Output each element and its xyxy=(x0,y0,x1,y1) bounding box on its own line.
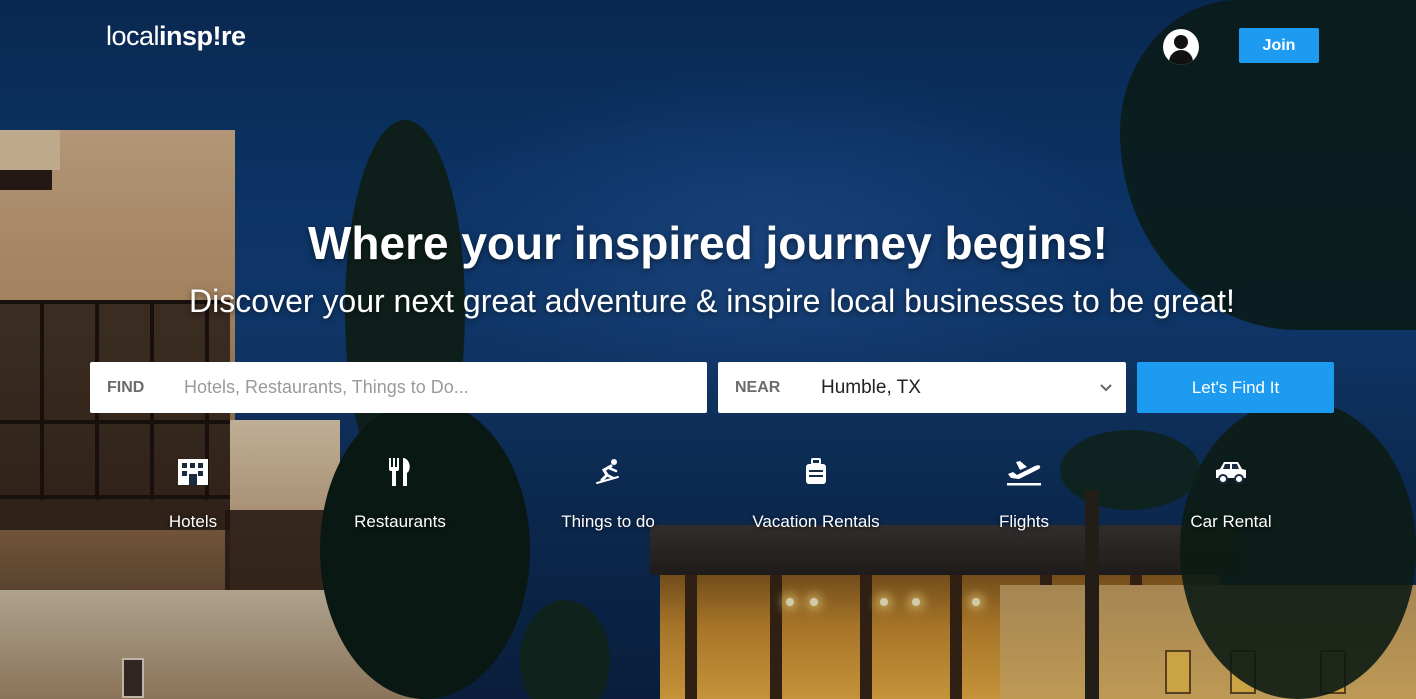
category-restaurants[interactable]: Restaurants xyxy=(320,455,480,532)
logo-prefix: local xyxy=(106,21,160,51)
hero-background: localinsp!re Join Where your inspired jo… xyxy=(0,0,1416,699)
logo-brand: insp!re xyxy=(159,21,246,51)
find-field: FIND xyxy=(90,362,707,413)
lets-find-it-button[interactable]: Let's Find It xyxy=(1137,362,1334,413)
suitcase-icon xyxy=(736,455,896,489)
category-car-rental[interactable]: Car Rental xyxy=(1151,455,1311,532)
category-label: Things to do xyxy=(561,512,655,531)
hotel-icon xyxy=(113,455,273,489)
near-value[interactable]: Humble, TX xyxy=(821,377,1086,399)
hero-subheadline: Discover your next great adventure & ins… xyxy=(189,283,1235,319)
find-input[interactable] xyxy=(184,362,707,413)
category-hotels[interactable]: Hotels xyxy=(113,455,273,532)
category-label: Hotels xyxy=(168,512,218,531)
near-field[interactable]: NEAR Humble, TX xyxy=(718,362,1126,413)
hero-headline: Where your inspired journey begins! xyxy=(307,217,1108,269)
category-label: Restaurants xyxy=(354,512,446,531)
category-label: Vacation Rentals xyxy=(752,512,880,531)
join-button[interactable]: Join xyxy=(1239,28,1319,63)
category-flights[interactable]: Flights xyxy=(944,455,1104,532)
category-vacation-rentals[interactable]: Vacation Rentals xyxy=(736,455,896,532)
skater-icon xyxy=(528,455,688,489)
category-label: Flights xyxy=(998,512,1050,531)
account-button[interactable] xyxy=(1163,29,1199,65)
fork-knife-icon xyxy=(320,455,480,489)
airplane-icon xyxy=(944,455,1104,489)
near-label: NEAR xyxy=(735,378,781,396)
overlay xyxy=(0,0,1416,699)
car-icon xyxy=(1151,455,1311,489)
chevron-down-icon[interactable] xyxy=(1086,362,1126,413)
find-label: FIND xyxy=(107,378,145,396)
category-label: Car Rental xyxy=(1190,512,1272,531)
logo[interactable]: localinsp!re xyxy=(106,21,246,52)
category-things-to-do[interactable]: Things to do xyxy=(528,455,688,532)
